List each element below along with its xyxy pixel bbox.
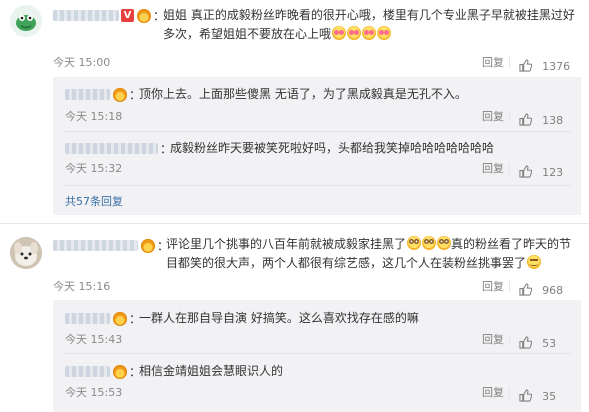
username[interactable]: [53, 240, 138, 251]
reply-button[interactable]: 回复: [482, 162, 504, 176]
like-button[interactable]: 138: [519, 109, 563, 128]
reply-text: 顶你上去。上面那些傻黑 无语了，为了黑成毅真是无孔不入。: [139, 87, 467, 101]
like-count: 1376: [542, 60, 571, 73]
thumbs-up-icon: [519, 283, 532, 296]
fan-medal-icon: [141, 239, 155, 253]
comment-text: 评论里几个挑事的八百年前就被成毅家挂黑了 真的粉丝看了昨天的节目都笑的很大声，两个…: [166, 236, 572, 270]
like-button[interactable]: 1376: [519, 55, 570, 74]
shocked-emoji-icon: [436, 236, 451, 250]
reply-button[interactable]: 回复: [482, 110, 504, 124]
like-count: 123: [542, 166, 564, 179]
blush-emoji-icon: [376, 26, 391, 40]
more-replies-link[interactable]: 共57条回复: [65, 195, 123, 209]
reply-divider: [63, 353, 571, 354]
thumbs-up-icon: [519, 165, 532, 178]
like-button[interactable]: 123: [519, 161, 563, 180]
reply-button[interactable]: 回复: [482, 56, 504, 70]
reply-button[interactable]: 回复: [482, 280, 504, 294]
divider: [509, 334, 510, 345]
fan-medal-icon: [113, 312, 127, 326]
verified-badge-icon: V: [121, 9, 134, 22]
like-button[interactable]: 53: [519, 332, 556, 351]
reply-username[interactable]: [65, 366, 110, 377]
username[interactable]: [53, 10, 119, 21]
like-count: 968: [542, 284, 564, 297]
blush-emoji-icon: [331, 26, 346, 40]
comment-divider: [0, 223, 589, 224]
reply-divider: [63, 131, 571, 132]
comment-time: 今天 15:16: [53, 280, 111, 293]
shocked-emoji-icon: [406, 236, 421, 250]
thumbs-up-icon: [519, 59, 532, 72]
reply-divider: [63, 185, 571, 186]
reply-username[interactable]: [65, 89, 110, 100]
blush-emoji-icon: [346, 26, 361, 40]
fan-medal-icon: [113, 365, 127, 379]
reply-time: 今天 15:53: [65, 386, 123, 399]
smug-emoji-icon: [526, 255, 541, 269]
blush-emoji-icon: [361, 26, 376, 40]
fan-medal-icon: [113, 88, 127, 102]
shocked-emoji-icon: [421, 236, 436, 250]
like-button[interactable]: 35: [519, 385, 556, 404]
divider: [509, 387, 510, 398]
like-count: 53: [542, 337, 557, 350]
thumbs-up-icon: [519, 389, 532, 402]
reply-text: 一群人在那自导自演 好搞笑。这么喜欢找存在感的嘛: [139, 311, 419, 325]
thumbs-up-icon: [519, 336, 532, 349]
divider: [509, 163, 510, 174]
reply-text: 成毅粉丝昨天要被笑死啦好吗，头都给我笑掉哈哈哈哈哈哈哈: [170, 141, 495, 155]
like-count: 138: [542, 114, 564, 127]
comment-time: 今天 15:00: [53, 56, 111, 69]
reply-button[interactable]: 回复: [482, 333, 504, 347]
fan-medal-icon: [137, 9, 151, 23]
reply-time: 今天 15:43: [65, 333, 123, 346]
reply-time: 今天 15:32: [65, 162, 123, 175]
divider: [509, 57, 510, 68]
avatar[interactable]: [10, 5, 42, 37]
like-button[interactable]: 968: [519, 279, 563, 298]
avatar[interactable]: [10, 237, 42, 269]
reply-username[interactable]: [65, 313, 110, 324]
like-count: 35: [542, 390, 557, 403]
thumbs-up-icon: [519, 113, 532, 126]
divider: [509, 111, 510, 122]
reply-time: 今天 15:18: [65, 110, 123, 123]
divider: [509, 281, 510, 292]
reply-button[interactable]: 回复: [482, 386, 504, 400]
reply-username[interactable]: [65, 143, 158, 154]
reply-text: 相信金靖姐姐会慧眼识人的: [139, 364, 284, 378]
comment-text: 姐姐 真正的成毅粉丝昨晚看的很开心哦，楼里有几个专业黑子早就被挂黑过好多次，希望…: [163, 8, 575, 41]
